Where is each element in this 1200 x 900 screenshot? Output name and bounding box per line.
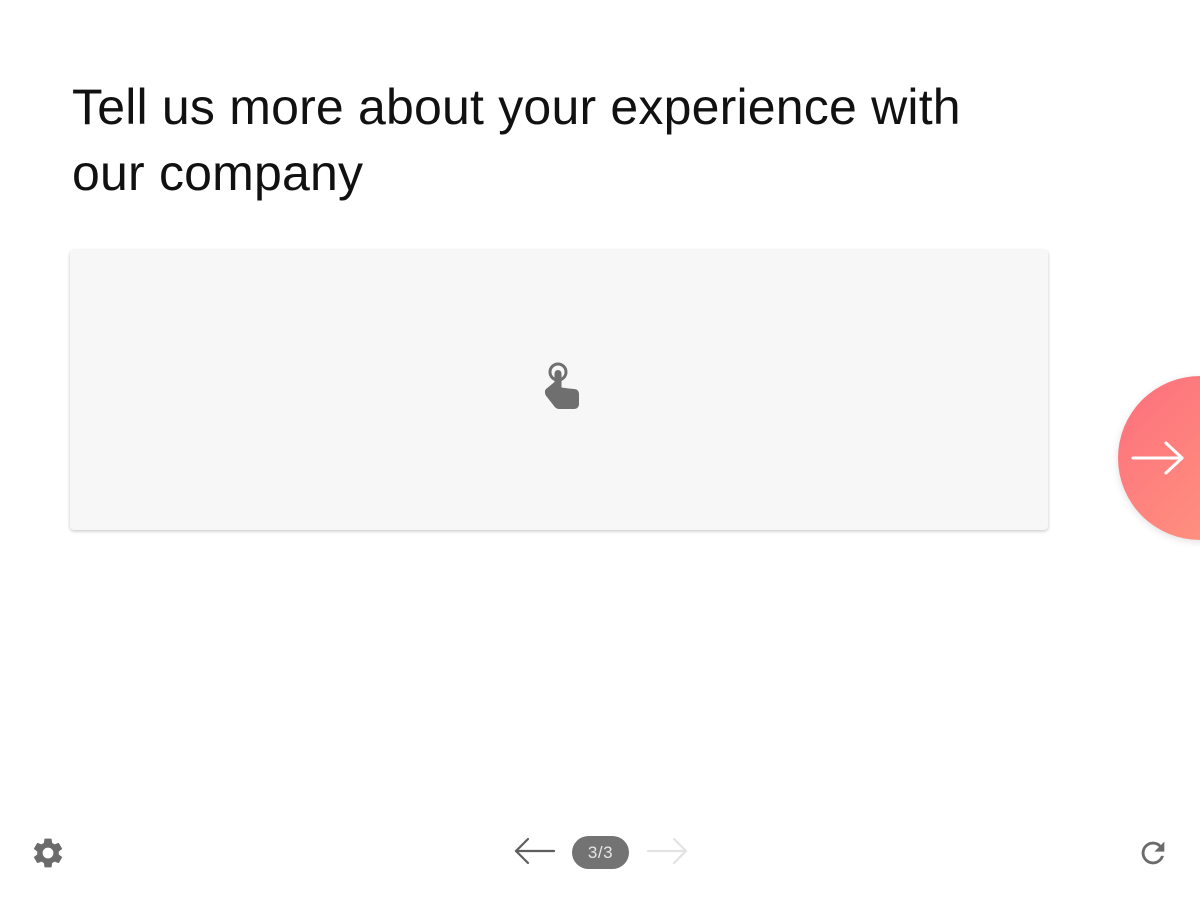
gear-icon[interactable] xyxy=(30,835,66,871)
survey-page: Tell us more about your experience with … xyxy=(0,0,1200,900)
arrow-left-icon[interactable] xyxy=(510,834,558,868)
next-question-button[interactable] xyxy=(1118,376,1200,540)
arrow-right-icon xyxy=(1131,441,1184,475)
arrow-right-icon xyxy=(646,837,688,865)
question-title: Tell us more about your experience with … xyxy=(72,79,961,201)
tap-finger-icon xyxy=(544,362,579,409)
refresh-icon[interactable] xyxy=(1136,836,1170,870)
page-counter-badge: 3/3 xyxy=(572,836,629,869)
